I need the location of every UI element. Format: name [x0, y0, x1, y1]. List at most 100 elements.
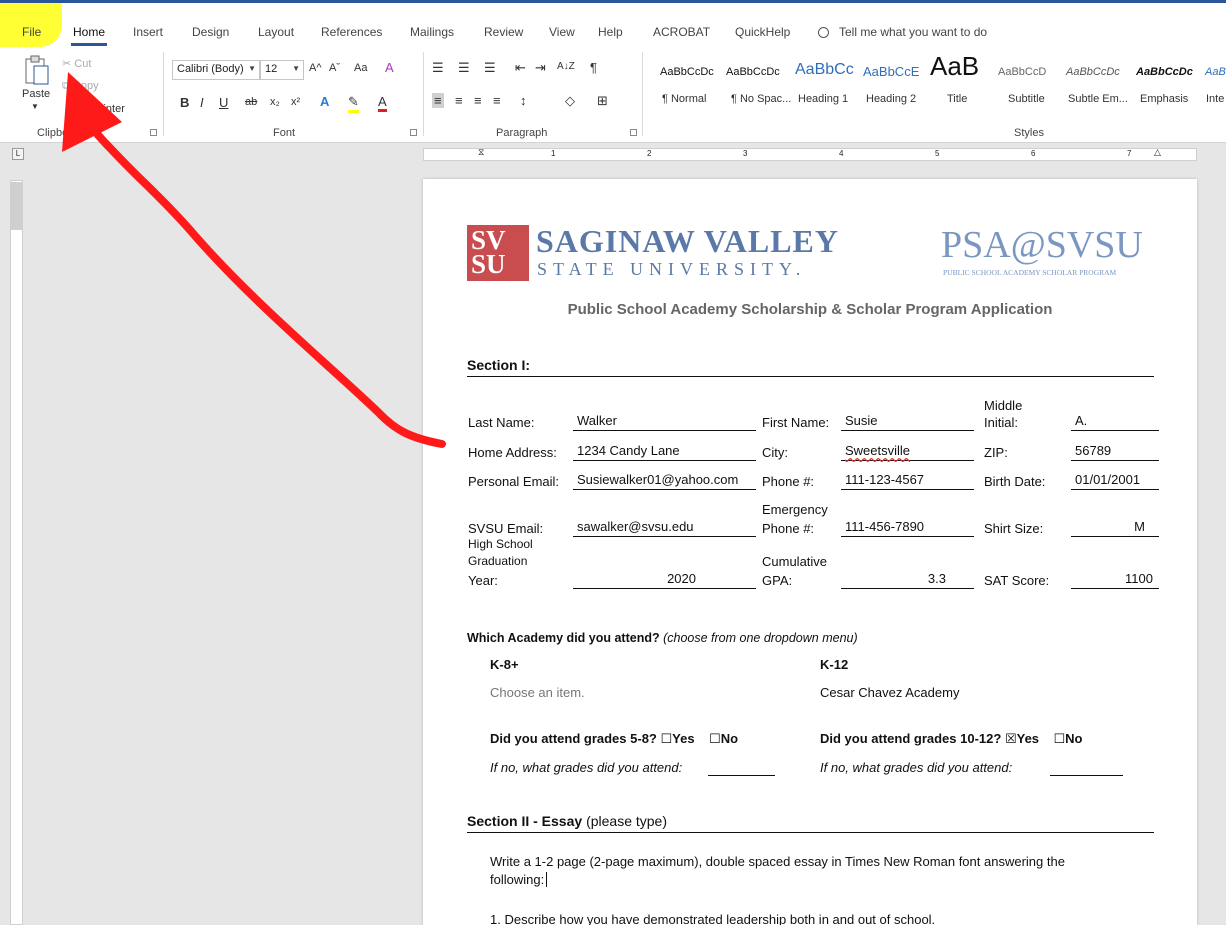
- tab-file[interactable]: File: [22, 25, 41, 39]
- shading-icon[interactable]: ◇: [565, 93, 575, 109]
- first-name-field[interactable]: Susie: [841, 413, 974, 431]
- sat-score-field[interactable]: 1100: [1071, 571, 1159, 589]
- style-subtle-emphasis-sample[interactable]: AaBbCcDc: [1066, 66, 1120, 78]
- font-color-icon[interactable]: A: [378, 94, 387, 112]
- ruler-right-indent-icon[interactable]: △: [1154, 147, 1161, 158]
- borders-icon[interactable]: ⊞: [597, 93, 608, 109]
- copy-icon: ⧉: [62, 80, 70, 92]
- highlight-color-icon[interactable]: ✎: [348, 94, 359, 113]
- gpa-field[interactable]: 3.3: [841, 571, 974, 589]
- superscript-button[interactable]: x²: [291, 96, 300, 108]
- style-heading1-sample[interactable]: AaBbCc: [795, 61, 854, 79]
- show-formatting-button[interactable]: ¶: [590, 60, 597, 75]
- shrink-font-button[interactable]: Aˇ: [329, 62, 340, 74]
- numbering-icon[interactable]: ☰: [458, 60, 470, 76]
- multilevel-list-icon[interactable]: ☰: [484, 60, 496, 76]
- style-title-sample[interactable]: AaB: [930, 51, 979, 82]
- home-address-field[interactable]: 1234 Candy Lane: [573, 443, 756, 461]
- city-field[interactable]: Sweetsville: [841, 443, 974, 461]
- tab-selector-button[interactable]: L: [12, 148, 24, 160]
- grow-font-button[interactable]: A^: [309, 62, 322, 74]
- bold-button[interactable]: B: [180, 95, 189, 110]
- paste-dropdown-icon[interactable]: ▼: [31, 102, 39, 111]
- birth-date-field[interactable]: 01/01/2001: [1071, 472, 1159, 490]
- shirt-size-label: Shirt Size:: [984, 521, 1044, 536]
- if-no-10-12-field[interactable]: [1050, 775, 1123, 776]
- style-subtitle-sample[interactable]: AaBbCcD: [998, 66, 1046, 78]
- document-page[interactable]: SV SU SAGINAW VALLEY STATE UNIVERSITY. P…: [423, 179, 1197, 925]
- middle-initial-field[interactable]: A.: [1071, 413, 1159, 431]
- sort-button[interactable]: A↓Z: [557, 61, 575, 72]
- tab-home[interactable]: Home: [71, 25, 108, 46]
- phone-label: Phone #:: [762, 474, 815, 489]
- underline-button[interactable]: U: [219, 95, 228, 110]
- psa-logo: PSA@SVSU: [941, 224, 1143, 266]
- yes-10-12-checkbox-checked[interactable]: ☒: [1005, 731, 1017, 746]
- style-intense-sample[interactable]: AaBl: [1205, 66, 1226, 78]
- tell-me-search[interactable]: Tell me what you want to do: [818, 25, 987, 39]
- section-2-rule: [467, 832, 1154, 833]
- justify-icon[interactable]: ≡: [493, 93, 501, 108]
- style-emphasis-sample[interactable]: AaBbCcDc: [1136, 66, 1193, 78]
- tab-mailings[interactable]: Mailings: [410, 25, 454, 39]
- align-right-icon[interactable]: ≡: [474, 93, 482, 108]
- zip-field[interactable]: 56789: [1071, 443, 1159, 461]
- decrease-indent-icon[interactable]: ⇤: [515, 60, 526, 76]
- cut-button[interactable]: ✂ Cut: [62, 57, 91, 70]
- tab-quickhelp[interactable]: QuickHelp: [735, 25, 790, 39]
- tab-layout[interactable]: Layout: [258, 25, 294, 39]
- shirt-size-field[interactable]: M: [1071, 519, 1159, 537]
- essay-instructions-line2[interactable]: following:: [490, 872, 548, 887]
- ribbon-tabs: File Home Insert Design Layout Reference…: [0, 3, 1226, 47]
- italic-button[interactable]: I: [200, 95, 204, 110]
- copy-button[interactable]: ⧉ Copy: [62, 80, 99, 93]
- tab-insert[interactable]: Insert: [133, 25, 163, 39]
- strikethrough-button[interactable]: ab: [245, 96, 257, 108]
- paste-button[interactable]: [24, 55, 52, 85]
- vertical-ruler[interactable]: [10, 180, 23, 925]
- font-name-dropdown[interactable]: Calibri (Body) ▼: [172, 60, 260, 80]
- text-effects-icon[interactable]: A: [320, 94, 329, 109]
- style-nospacing-sample[interactable]: AaBbCcDc: [726, 66, 780, 78]
- tab-view[interactable]: View: [549, 25, 575, 39]
- style-heading2-sample[interactable]: AaBbCcE: [863, 64, 919, 79]
- tab-help[interactable]: Help: [598, 25, 623, 39]
- birth-date-label: Birth Date:: [984, 474, 1046, 489]
- svsu-email-field[interactable]: sawalker@svsu.edu: [573, 519, 756, 537]
- paragraph-launcher-icon[interactable]: [630, 129, 637, 136]
- subscript-button[interactable]: x₂: [270, 96, 280, 108]
- vertical-ruler-thumb[interactable]: [11, 182, 22, 230]
- style-nospacing-label: ¶ No Spac...: [731, 93, 792, 105]
- bullets-icon[interactable]: ☰: [432, 60, 444, 76]
- personal-email-field[interactable]: Susiewalker01@yahoo.com: [573, 472, 756, 490]
- no-5-8-checkbox[interactable]: ☐: [709, 731, 721, 746]
- format-painter-button[interactable]: Painter: [90, 103, 125, 115]
- tab-review[interactable]: Review: [484, 25, 523, 39]
- ribbon-separator: [642, 52, 643, 136]
- align-left-icon[interactable]: ≡: [432, 93, 444, 108]
- no-10-12-checkbox[interactable]: ☐: [1053, 731, 1065, 746]
- yes-5-8-checkbox[interactable]: ☐: [661, 731, 673, 746]
- clear-formatting-icon[interactable]: A: [385, 60, 394, 75]
- tab-acrobat[interactable]: ACROBAT: [653, 25, 710, 39]
- k8-dropdown[interactable]: Choose an item.: [490, 685, 585, 700]
- ruler-indent-marker-icon[interactable]: ⧖: [478, 147, 484, 158]
- k12-dropdown[interactable]: Cesar Chavez Academy: [820, 685, 959, 700]
- grad-year-field[interactable]: 2020: [573, 571, 756, 589]
- line-spacing-icon[interactable]: ↕: [520, 93, 527, 108]
- increase-indent-icon[interactable]: ⇥: [535, 60, 546, 76]
- last-name-field[interactable]: Walker: [573, 413, 756, 431]
- tab-references[interactable]: References: [321, 25, 382, 39]
- clipboard-launcher-icon[interactable]: [150, 129, 157, 136]
- style-normal-sample[interactable]: AaBbCcDc: [660, 66, 714, 78]
- phone-field[interactable]: 111-123-4567: [841, 472, 974, 490]
- align-center-icon[interactable]: ≡: [455, 93, 463, 108]
- city-value: Sweetsville: [845, 443, 911, 458]
- change-case-button[interactable]: Aa: [354, 62, 367, 74]
- horizontal-ruler[interactable]: ⧖ 1 2 3 4 5 6 7 △: [423, 147, 1197, 161]
- emergency-phone-field[interactable]: 111-456-7890: [841, 519, 974, 537]
- tab-design[interactable]: Design: [192, 25, 229, 39]
- font-size-dropdown[interactable]: 12 ▼: [260, 60, 304, 80]
- if-no-5-8-field[interactable]: [708, 775, 775, 776]
- font-launcher-icon[interactable]: [410, 129, 417, 136]
